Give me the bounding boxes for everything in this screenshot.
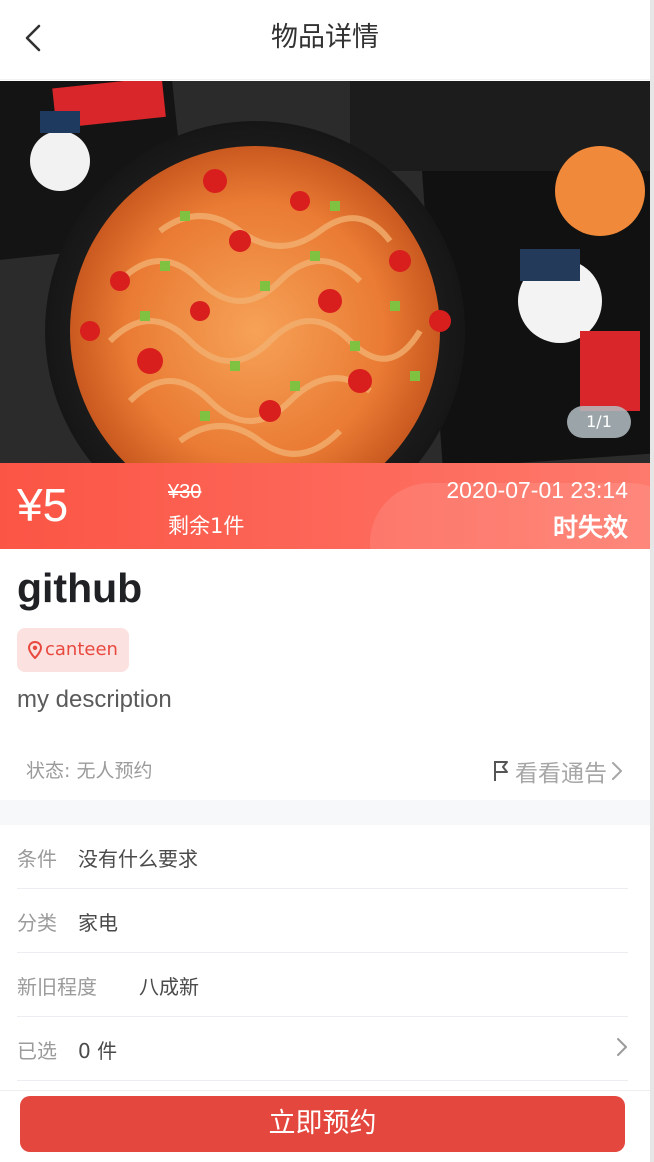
- original-price: ¥30: [168, 481, 202, 503]
- attr-row-selected[interactable]: 已选 0 件: [17, 1017, 628, 1081]
- nav-bar: 物品详情: [0, 0, 650, 80]
- page-title: 物品详情: [271, 22, 379, 53]
- remaining-count: 剩余1件: [168, 514, 245, 538]
- attr-value: 八成新: [139, 975, 199, 999]
- location-pin-icon: [28, 641, 42, 659]
- status-text: 状态: 无人预约: [26, 760, 153, 782]
- attr-label: 分类: [17, 911, 57, 935]
- flag-icon: [494, 761, 508, 781]
- notice-link[interactable]: 看看通告: [492, 754, 624, 788]
- attr-row-condition-level: 新旧程度 八成新: [17, 953, 628, 1017]
- noodle-photo: [0, 81, 650, 463]
- attr-label: 新旧程度: [17, 975, 97, 999]
- item-title: github: [17, 565, 143, 611]
- attr-label: 条件: [17, 847, 57, 871]
- attr-label: 已选: [17, 1039, 57, 1063]
- expire-time: 2020-07-01 23:14: [446, 477, 628, 503]
- price-bar: ¥5 ¥30 剩余1件 2020-07-01 23:14 时失效: [0, 463, 650, 549]
- location-tag-label: canteen: [45, 639, 118, 660]
- item-description: my description: [17, 686, 172, 713]
- attribute-list: 条件 没有什么要求 分类 家电 新旧程度 八成新 已选 0 件: [0, 825, 650, 1081]
- attr-row-condition: 条件 没有什么要求: [17, 825, 628, 889]
- reserve-button[interactable]: 立即预约: [20, 1096, 625, 1152]
- chevron-right-icon: [612, 762, 622, 780]
- attr-row-category: 分类 家电: [17, 889, 628, 953]
- item-info: github canteen my description 状态: 无人预约 看…: [0, 549, 650, 799]
- product-image[interactable]: [0, 81, 650, 463]
- chevron-right-icon: [617, 1038, 627, 1056]
- attr-value: 没有什么要求: [78, 847, 198, 871]
- expire-label: 时失效: [552, 513, 628, 542]
- current-price: ¥5: [17, 479, 69, 531]
- attr-value: 家电: [78, 911, 118, 935]
- carousel-indicator: 1/1: [567, 406, 631, 438]
- scroll-edge: [650, 0, 654, 1162]
- notice-link-label: 看看通告: [515, 761, 607, 787]
- attr-value: 0 件: [78, 1039, 118, 1063]
- section-divider: [0, 800, 650, 825]
- location-tag[interactable]: canteen: [17, 628, 129, 672]
